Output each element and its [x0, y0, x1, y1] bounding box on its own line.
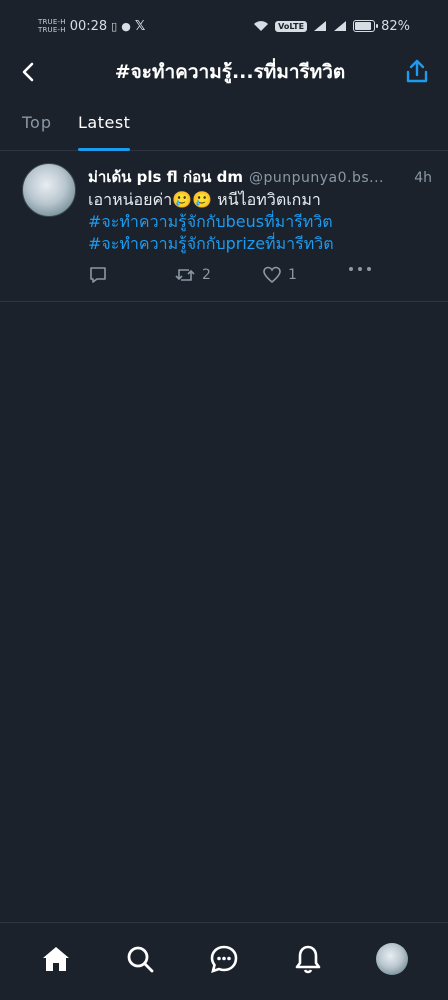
- nav-profile[interactable]: [370, 937, 414, 981]
- reply-button[interactable]: [88, 265, 108, 285]
- tab-latest[interactable]: Latest: [78, 105, 131, 151]
- vibrate-icon: ▯: [111, 19, 118, 33]
- bell-icon: [295, 945, 321, 973]
- nav-notifications[interactable]: [286, 937, 330, 981]
- search-tabs: Top Latest: [0, 105, 448, 151]
- retweet-icon: [175, 269, 195, 281]
- avatar[interactable]: [22, 163, 76, 217]
- hashtag-link[interactable]: #จะทำความรู้จักกับbeusที่มารีทวิต: [88, 211, 432, 233]
- more-dots-icon: [349, 267, 371, 271]
- clock: 00:28: [69, 18, 108, 34]
- tweet-header: ม่าเด้น pls fl ก่อน dm @punpunya0.bs... …: [88, 165, 432, 189]
- share-button[interactable]: [402, 56, 432, 86]
- heart-icon: [263, 266, 281, 284]
- nav-messages[interactable]: [202, 937, 246, 981]
- status-right: VoLTE 82%: [253, 19, 410, 34]
- tweet-text: เอาหน่อยค่า🥲🥲 หนีไอทวิตเกมา: [88, 190, 321, 209]
- profile-avatar: [376, 942, 408, 975]
- tweet-body: เอาหน่อยค่า🥲🥲 หนีไอทวิตเกมา #จะทำความรู้…: [88, 189, 432, 255]
- carrier-2: TRUE-H: [38, 26, 66, 34]
- signal-icon-2: [334, 21, 347, 31]
- header: #จะทำความรู้...รที่มารีทวิต: [0, 52, 448, 92]
- hashtag-link[interactable]: #จะทำความรู้จักกับprizeที่มารีทวิต: [88, 233, 432, 255]
- tweet[interactable]: ม่าเด้น pls fl ก่อน dm @punpunya0.bs... …: [0, 151, 448, 302]
- nav-search[interactable]: [118, 937, 162, 981]
- carrier-labels: TRUE-H TRUE-H: [38, 18, 66, 34]
- status-left: TRUE-H TRUE-H 00:28 ▯ ● 𝕏: [38, 18, 145, 34]
- carrier-1: TRUE-H: [38, 18, 66, 26]
- search-icon: [127, 946, 154, 972]
- display-name[interactable]: ม่าเด้น pls fl ก่อน dm: [88, 165, 243, 189]
- page-title: #จะทำความรู้...รที่มารีทวิต: [114, 61, 346, 83]
- like-count: 1: [288, 267, 297, 283]
- x-logo-icon: 𝕏: [134, 18, 146, 34]
- home-icon: [43, 946, 69, 971]
- bottom-nav: [0, 922, 448, 1000]
- retweet-button[interactable]: 2: [174, 265, 211, 285]
- reply-icon: [90, 267, 106, 283]
- battery-icon: [353, 20, 379, 32]
- more-options-button[interactable]: [348, 265, 372, 273]
- messages-icon: [210, 945, 238, 973]
- tweet-time: 4h: [414, 170, 432, 186]
- back-button[interactable]: [14, 58, 42, 86]
- nav-home[interactable]: [34, 937, 78, 981]
- share-icon: [406, 59, 428, 83]
- messenger-icon: ●: [121, 19, 131, 33]
- tweet-actions: 2 1: [88, 265, 388, 289]
- volte-badge: VoLTE: [275, 20, 308, 32]
- battery-percent: 82%: [381, 18, 410, 34]
- user-handle: @punpunya0.bs...: [248, 170, 384, 186]
- chevron-left-icon: [22, 62, 34, 82]
- tab-top[interactable]: Top: [22, 105, 52, 151]
- signal-icon-1: [314, 21, 327, 31]
- like-button[interactable]: 1: [262, 265, 297, 285]
- status-bar: TRUE-H TRUE-H 00:28 ▯ ● 𝕏 VoLTE 82%: [0, 0, 448, 52]
- retweet-count: 2: [202, 267, 211, 283]
- wifi-icon: [254, 21, 269, 31]
